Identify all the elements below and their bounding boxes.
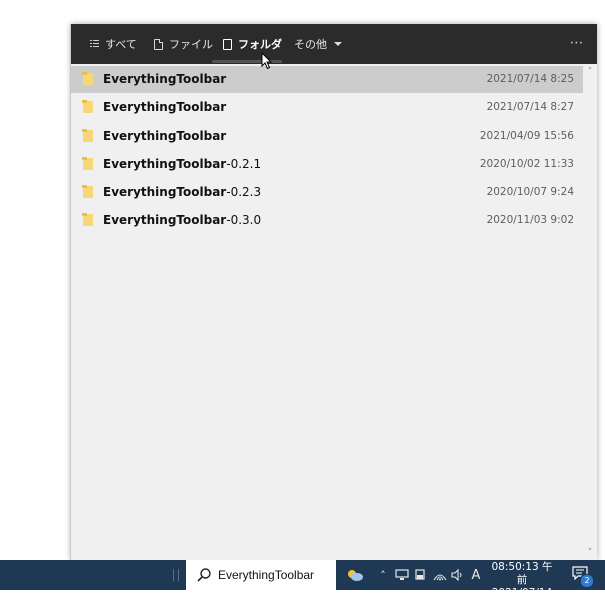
list-item[interactable]: EverythingToolbar-0.3.0 2020/11/03 9:02 (71, 207, 583, 234)
tab-all-label: すべて (105, 38, 137, 51)
list-item[interactable]: EverythingToolbar 2021/04/09 15:56 (71, 123, 583, 150)
scroll-down-arrow-icon[interactable]: ˅ (586, 549, 594, 558)
folder-icon (82, 213, 93, 226)
result-date: 2021/07/14 8:25 (486, 73, 574, 85)
result-name: EverythingToolbar (103, 72, 227, 86)
taskbar: EverythingToolbar ˄ A 08:50:13 午前 2021/0… (0, 560, 605, 612)
result-date: 2020/10/02 11:33 (479, 158, 574, 170)
tab-files-label: ファイル (169, 38, 213, 51)
filter-tab-bar: すべて ファイル フォルダ その他 ⋯ (71, 24, 597, 64)
tab-folders-label: フォルダ (238, 38, 282, 51)
folder-icon (82, 72, 93, 85)
tab-other[interactable]: その他 (294, 24, 342, 64)
volume-icon[interactable] (450, 560, 466, 590)
list-item[interactable]: EverythingToolbar-0.2.3 2020/10/07 9:24 (71, 179, 583, 206)
scroll-up-arrow-icon[interactable]: ˄ (586, 68, 594, 77)
chevron-down-icon (334, 42, 342, 46)
list-icon (90, 39, 99, 49)
result-name: EverythingToolbar (103, 129, 227, 143)
wifi-icon[interactable] (432, 560, 448, 590)
mouse-cursor-icon (261, 52, 273, 70)
search-input[interactable]: EverythingToolbar (218, 568, 314, 582)
list-item[interactable]: EverythingToolbar 2021/07/14 8:27 (71, 94, 583, 121)
clock-date: 2021/07/14 水 (491, 587, 553, 612)
toolbar-grip[interactable] (173, 569, 179, 581)
result-name: EverythingToolbar-0.2.1 (103, 157, 262, 171)
result-date: 2021/04/09 15:56 (479, 130, 574, 142)
weather-icon[interactable] (344, 560, 366, 590)
result-date: 2020/11/03 9:02 (486, 214, 574, 226)
result-name: EverythingToolbar-0.3.0 (103, 213, 262, 227)
chevron-up-icon[interactable]: ˄ (376, 560, 390, 590)
folder-icon (82, 100, 93, 113)
folder-icon (82, 129, 93, 142)
file-icon (154, 38, 163, 50)
search-icon (197, 568, 211, 582)
everything-search-box[interactable]: EverythingToolbar (186, 560, 336, 590)
tab-other-label: その他 (294, 38, 327, 51)
tab-folders[interactable]: フォルダ (223, 24, 282, 64)
more-options-button[interactable]: ⋯ (569, 36, 585, 50)
list-item[interactable]: EverythingToolbar-0.2.1 2020/10/02 11:33 (71, 151, 583, 178)
taskbar-clock[interactable]: 08:50:13 午前 2021/07/14 水 (487, 561, 557, 612)
battery-icon[interactable] (413, 560, 427, 590)
tab-all[interactable]: すべて (90, 24, 137, 64)
vertical-scrollbar[interactable]: ˄ ˅ (583, 64, 597, 560)
ime-mode-indicator[interactable]: A (468, 560, 484, 590)
network-device-icon[interactable] (394, 560, 410, 590)
clock-time: 08:50:13 午前 (491, 561, 553, 586)
result-date: 2020/10/07 9:24 (486, 186, 574, 198)
search-results-flyout: すべて ファイル フォルダ その他 ⋯ EverythingToolbar 20… (71, 24, 597, 560)
result-name: EverythingToolbar-0.2.3 (103, 185, 262, 199)
result-name: EverythingToolbar (103, 100, 227, 114)
notification-count-badge: 2 (580, 574, 594, 588)
result-date: 2021/07/14 8:27 (486, 101, 574, 113)
tab-files[interactable]: ファイル (154, 24, 213, 64)
folder-icon (82, 157, 93, 170)
folder-icon (82, 185, 93, 198)
list-item[interactable]: EverythingToolbar 2021/07/14 8:25 (71, 66, 583, 93)
folder-outline-icon (223, 38, 232, 50)
